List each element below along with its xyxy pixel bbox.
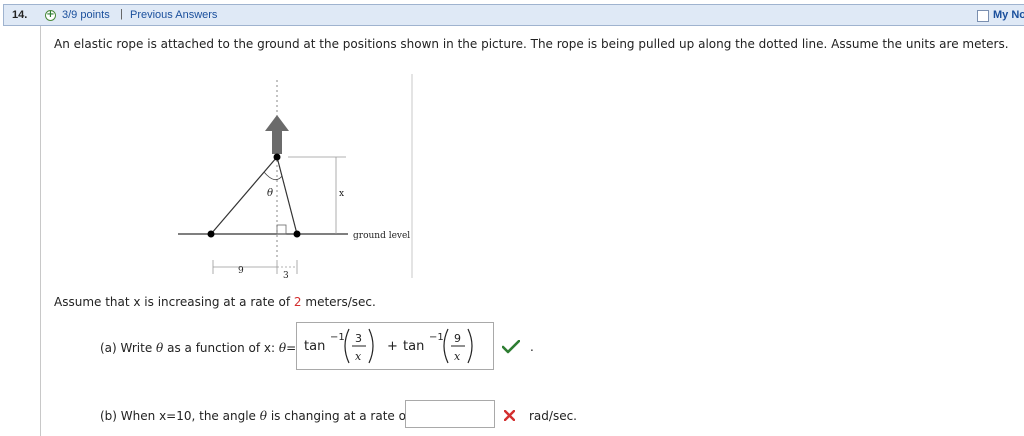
expand-plus-icon[interactable]: + — [45, 10, 56, 21]
part-b-answer-input[interactable] — [405, 400, 495, 428]
fn1-label: tan — [304, 339, 325, 354]
part-b-label: (b) When x=10, the angle θ is changing a… — [100, 409, 410, 423]
top-pull-point — [273, 153, 281, 161]
exp2-label: −1 — [429, 332, 444, 343]
part-b-theta: θ — [259, 409, 267, 423]
x-label: x — [339, 189, 344, 199]
up-arrow-icon — [265, 115, 289, 154]
part-b-suffix: is changing at a rate of — [270, 409, 411, 423]
part-a-mid: as a function of x: — [167, 341, 276, 355]
part-b-prefix: (b) When x=10, the angle — [100, 409, 256, 423]
part-b-units: rad/sec. — [529, 409, 577, 423]
rate-statement: Assume that x is increasing at a rate of… — [54, 295, 376, 309]
part-a-answer-box[interactable]: tan −1 3 x + tan −1 9 x — [296, 322, 494, 370]
exp1-label: −1 — [330, 332, 345, 343]
header-separator: | — [120, 8, 123, 20]
paren2-left — [443, 328, 449, 364]
rate-prefix: Assume that x is increasing at a rate of — [54, 295, 291, 309]
theta-angle-arc — [263, 171, 283, 181]
theta-label: θ — [267, 188, 273, 199]
my-notes-checkbox[interactable] — [977, 10, 989, 22]
nine-label: 9 — [238, 266, 244, 276]
rope-diagram: θ x ground level 9 3 — [178, 74, 413, 281]
incorrect-x-icon — [504, 410, 515, 421]
part-a-equals: = — [286, 341, 297, 355]
fn2-label: tan — [403, 339, 424, 354]
part-a-label: (a) Write θ as a function of x: θ= — [100, 341, 296, 355]
paren2-right — [467, 328, 473, 364]
den1-label: x — [355, 350, 362, 363]
right-anchor-point — [293, 230, 301, 238]
ground-level-label: ground level — [353, 231, 410, 241]
correct-check-icon — [502, 340, 520, 354]
num2-label: 9 — [454, 332, 461, 345]
my-notes-label[interactable]: My Notes — [993, 9, 1024, 21]
den2-label: x — [454, 350, 461, 363]
plus-label: + — [387, 339, 398, 354]
part-a-theta: θ — [156, 341, 164, 355]
rate-value: 2 — [293, 295, 302, 309]
part-a-prefix: (a) Write — [100, 341, 153, 355]
part-a-formula: tan −1 3 x + tan −1 9 x — [304, 328, 473, 364]
previous-answers-link[interactable]: Previous Answers — [130, 9, 217, 21]
question-header: 14. + 3/9 points | Previous Answers My N… — [3, 4, 1024, 26]
question-number: 14. — [12, 9, 28, 21]
left-anchor-point — [207, 230, 215, 238]
paren1-right — [368, 328, 374, 364]
right-angle-marker — [276, 224, 287, 235]
rate-suffix: meters/sec. — [305, 295, 376, 309]
question-prompt: An elastic rope is attached to the groun… — [54, 37, 1009, 51]
three-label: 3 — [283, 271, 289, 281]
rope-right-segment — [276, 156, 298, 235]
points-score: 3/9 points — [62, 9, 110, 21]
content-left-border — [40, 26, 41, 436]
paren1-left — [344, 328, 350, 364]
part-a-trailing-dot: . — [530, 340, 534, 354]
num1-label: 3 — [355, 332, 362, 345]
